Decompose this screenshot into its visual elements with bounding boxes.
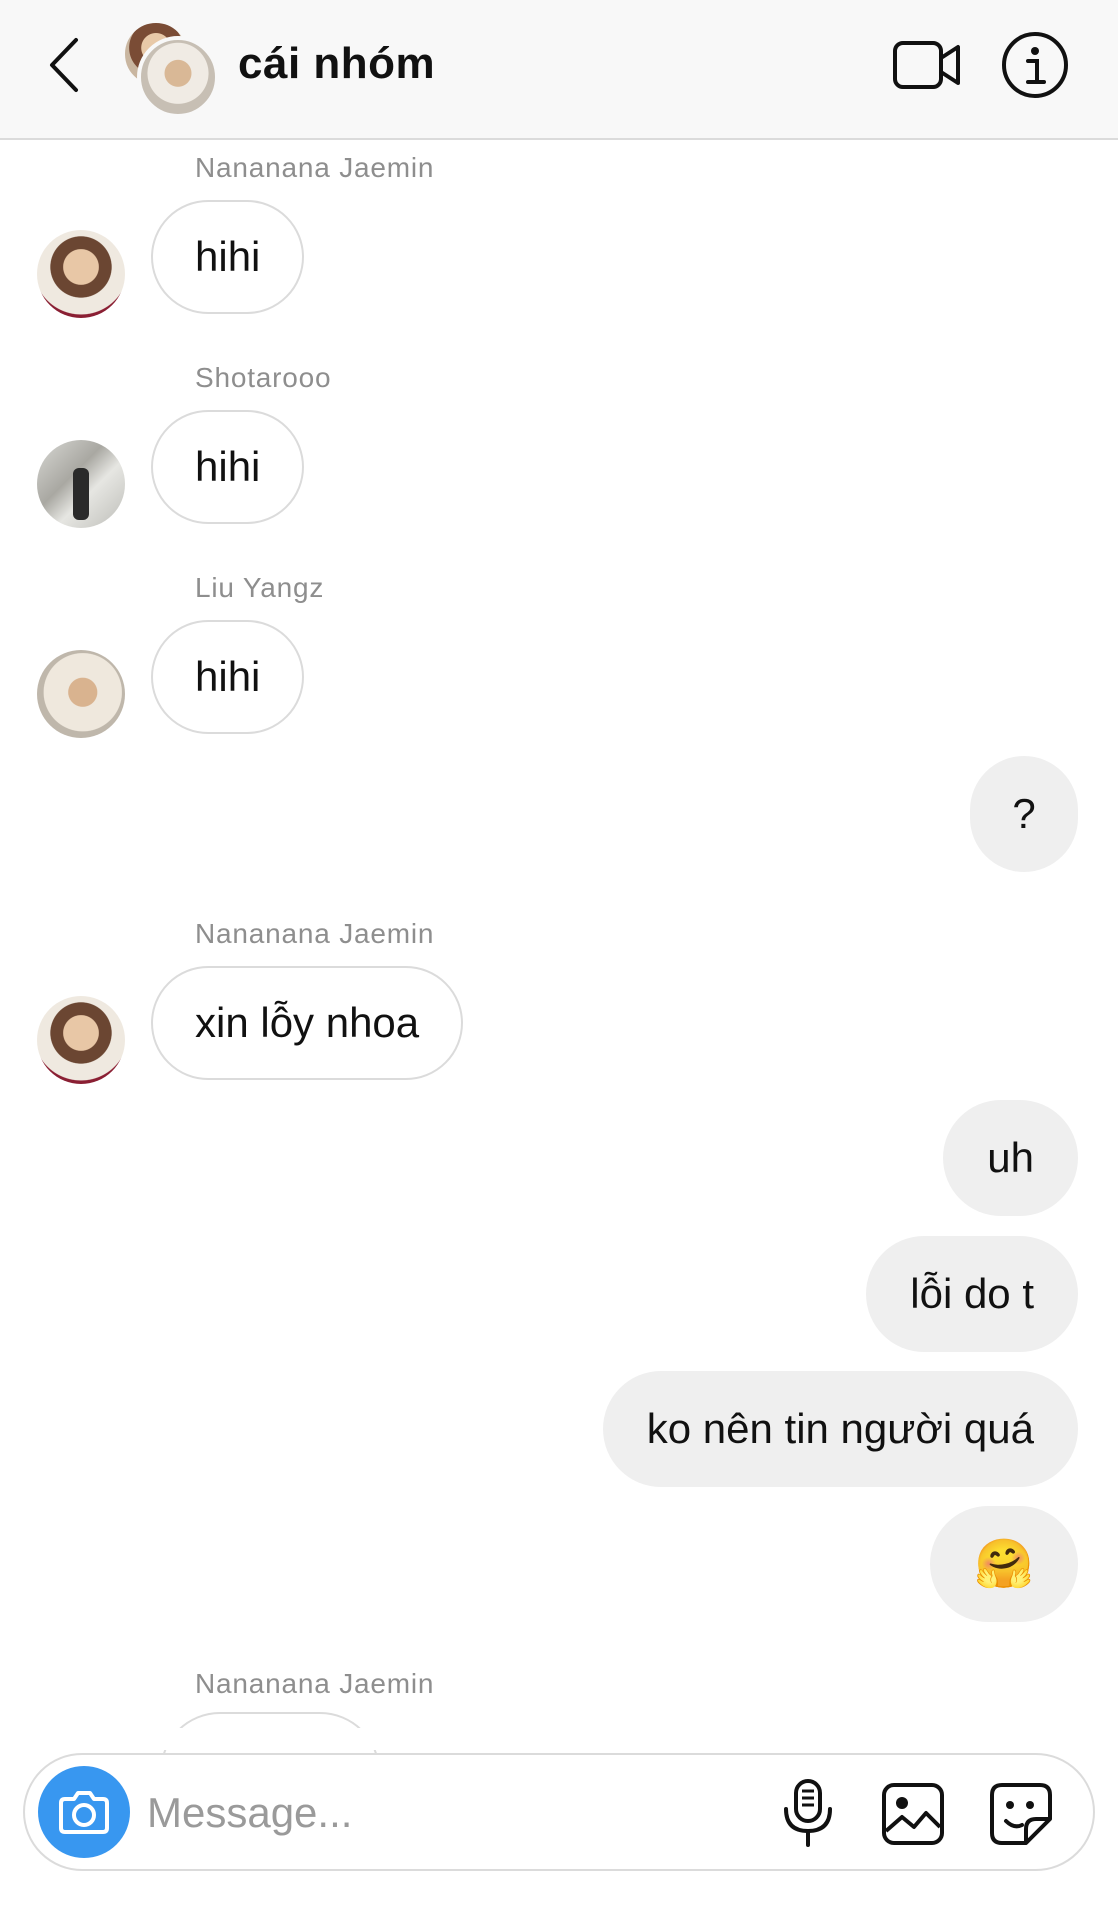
avatar[interactable] <box>37 650 125 738</box>
sender-name: Liu Yangz <box>195 572 325 603</box>
sender-name: Shotarooo <box>195 362 332 393</box>
outgoing-emoji-message[interactable]: 🤗 <box>930 1506 1078 1622</box>
info-button[interactable] <box>1000 30 1070 100</box>
group-avatar[interactable] <box>122 20 219 118</box>
outgoing-message[interactable]: ? <box>970 756 1078 872</box>
incoming-message[interactable]: xin lỗy nhoa <box>151 966 464 1080</box>
microphone-icon <box>784 1779 832 1847</box>
sticker-icon <box>990 1783 1052 1845</box>
incoming-message[interactable]: hihi <box>151 410 305 524</box>
chevron-left-icon <box>50 38 78 92</box>
video-call-button[interactable] <box>892 38 962 92</box>
info-icon <box>1002 32 1068 98</box>
video-call-icon <box>893 41 960 89</box>
camera-button[interactable] <box>38 1766 130 1858</box>
chat-title[interactable]: cái nhóm <box>238 32 435 96</box>
sender-name: Nananana Jaemin <box>195 152 435 183</box>
member-avatar <box>137 36 219 118</box>
message-input[interactable] <box>145 1775 769 1851</box>
sender-name: Nananana Jaemin <box>195 1668 435 1699</box>
avatar[interactable] <box>37 440 125 528</box>
camera-icon <box>59 1791 109 1834</box>
voice-message-button[interactable] <box>780 1777 836 1849</box>
outgoing-message[interactable]: lỗi do t <box>866 1236 1078 1352</box>
gallery-icon <box>882 1783 944 1845</box>
incoming-message[interactable]: hihi <box>151 620 305 734</box>
outgoing-message[interactable]: ko nên tin người quá <box>602 1371 1078 1487</box>
incoming-message[interactable]: hihi <box>151 200 305 314</box>
scroll-clip <box>0 1728 1118 1750</box>
chat-header: cái nhóm <box>0 0 1118 140</box>
gallery-button[interactable] <box>880 1781 946 1847</box>
avatar[interactable] <box>37 996 125 1084</box>
back-button[interactable] <box>40 30 100 100</box>
sticker-button[interactable] <box>988 1781 1054 1847</box>
outgoing-message[interactable]: uh <box>943 1100 1078 1216</box>
message-composer <box>23 1753 1095 1871</box>
sender-name: Nananana Jaemin <box>195 918 435 949</box>
avatar[interactable] <box>37 230 125 318</box>
